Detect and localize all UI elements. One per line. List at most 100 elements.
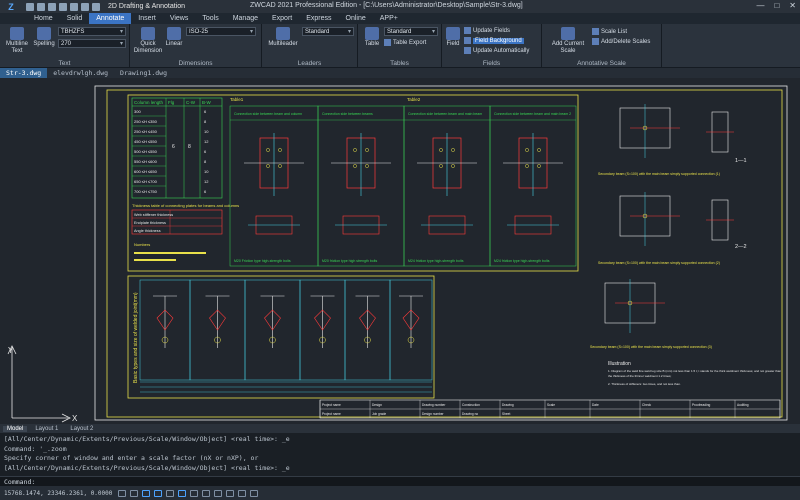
connection-title: Connection side between beams [322, 112, 373, 116]
tab-online[interactable]: Online [339, 13, 373, 24]
multiline-text-button[interactable]: Multiline Text [4, 27, 30, 55]
selection-cycling-icon[interactable] [226, 489, 235, 497]
scale-list-icon [592, 28, 599, 35]
text-height-dropdown[interactable]: 270 [58, 39, 126, 48]
dyn-icon[interactable] [202, 489, 211, 497]
doc-tab-str3[interactable]: Str-3.dwg [0, 68, 48, 78]
open-file-icon[interactable] [37, 2, 45, 11]
spelling-button[interactable]: Spelling [32, 27, 56, 48]
snap-icon[interactable] [118, 489, 127, 497]
table-export-button[interactable]: Table Export [384, 39, 426, 46]
update-fields-button[interactable]: Update Fields [464, 27, 510, 34]
table1-header-2: C-W [186, 100, 196, 105]
doc-tab-elev[interactable]: elevdrwlgh.dwg [47, 68, 114, 78]
tab-layout-1[interactable]: Layout 1 [31, 426, 62, 432]
connection-note: M24 friction type high-strength bolts [494, 259, 550, 263]
titleblock-cell: Drawing number [422, 403, 446, 407]
table-button[interactable]: Table [362, 27, 382, 48]
tab-tools[interactable]: Tools [195, 13, 225, 24]
illustration-line-2: the thickness of the thinner weldment 1.… [608, 374, 672, 378]
titleblock-cell: Check [642, 403, 651, 407]
weld-joint-frame [127, 275, 435, 399]
titleblock-cell: Auditing [737, 403, 749, 407]
tab-home[interactable]: Home [27, 13, 60, 24]
workspace-icon[interactable] [250, 489, 259, 497]
grid-icon[interactable] [130, 489, 139, 497]
titleblock-cell: Date [592, 403, 599, 407]
table1-mid-0: 6 [172, 144, 175, 150]
lineweight-icon[interactable] [190, 489, 199, 497]
scale-list-button[interactable]: Scale List [592, 28, 627, 35]
table1-value: 6 [204, 189, 207, 194]
table1-row: 550 ≤H ≤600 [134, 159, 158, 164]
new-file-icon[interactable] [26, 2, 34, 11]
title-bar: Z 2D Drafting & Annotation ZWCAD 2021 Pr… [0, 0, 800, 13]
add-delete-scales-button[interactable]: Add/Delete Scales [592, 38, 650, 45]
table1-row: 500 ≤H ≤550 [134, 149, 158, 154]
ortho-icon[interactable] [142, 489, 151, 497]
thickness-row-1: Endplate thickness [134, 221, 166, 225]
tab-insert[interactable]: Insert [131, 13, 163, 24]
save-as-icon[interactable] [59, 2, 67, 11]
tab-annotate[interactable]: Annotate [89, 13, 132, 24]
tab-solid[interactable]: Solid [60, 13, 90, 24]
minimize-icon[interactable]: — [756, 1, 764, 10]
field-background-button[interactable]: Field Background [464, 37, 524, 44]
polar-icon[interactable] [154, 489, 163, 497]
drawing-canvas[interactable]: Column length Flg C-W B-W 300 6 250 ≤H ≤35… [0, 78, 800, 424]
linear-dimension-icon [167, 27, 181, 40]
text-style-dropdown[interactable]: TBHZFS [58, 27, 126, 36]
workspace-selector[interactable]: 2D Drafting & Annotation [108, 3, 185, 10]
undo-icon[interactable] [81, 2, 89, 11]
save-icon[interactable] [48, 2, 56, 11]
multileader-style-dropdown[interactable]: Standard [302, 27, 354, 36]
section-note-2: Secondary beam (S=100) with the main bea… [598, 261, 720, 265]
otrack-icon[interactable] [178, 489, 187, 497]
doc-tab-drawing1[interactable]: Drawing1.dwg [114, 68, 173, 78]
tab-export[interactable]: Export [265, 13, 299, 24]
leaders-panel: Multileader Standard Leaders [262, 24, 358, 68]
transparency-icon[interactable] [214, 489, 223, 497]
command-history-line-2: Command: '_.zoom [4, 444, 67, 453]
quick-dimension-icon [141, 27, 155, 40]
cursor-coordinates: 15768.1474, 23346.2361, 0.0000 [4, 489, 113, 497]
tab-app-plus[interactable]: APP+ [373, 13, 405, 24]
dimension-style-dropdown[interactable]: ISO-25 [186, 27, 256, 36]
table1-header-3: B-W [202, 100, 212, 105]
drawing-svg: Column length Flg C-W B-W 300 6 250 ≤H ≤35… [7, 85, 788, 423]
tab-manage[interactable]: Manage [226, 13, 265, 24]
linear-dimension-button[interactable]: Linear [164, 27, 184, 48]
table1-value: 10 [204, 129, 209, 134]
field-button[interactable]: Field [444, 27, 462, 48]
add-current-scale-button[interactable]: Add Current Scale [548, 27, 588, 55]
close-icon[interactable]: ✕ [789, 1, 796, 10]
maximize-icon[interactable]: □ [774, 1, 779, 10]
table1-value: 6 [204, 109, 207, 114]
update-automatically-button[interactable]: Update Automatically [464, 47, 529, 54]
connection-note: M20 friction type high strength bolts [322, 259, 378, 263]
command-history-line-3: Specify corner of window and enter a sca… [4, 454, 259, 462]
table1-value: 12 [204, 139, 209, 144]
table1-value: 8 [204, 119, 207, 124]
connection-note: M24 friction type high-strength bolts [408, 259, 464, 263]
table1-value: 12 [204, 179, 209, 184]
print-icon[interactable] [70, 2, 78, 11]
table-style-dropdown[interactable]: Standard [384, 27, 438, 36]
layout-tabs: Model Layout 1 Layout 2 [0, 424, 800, 433]
app-logo-icon: Z [8, 1, 14, 12]
annotation-scale-icon[interactable] [238, 489, 247, 497]
redo-icon[interactable] [92, 2, 100, 11]
thickness-title: Thickness table of connecting plates for… [132, 203, 239, 208]
tab-model[interactable]: Model [3, 425, 28, 432]
table1-mid-1: 8 [188, 144, 191, 150]
table1-header-0: Column length [134, 100, 164, 105]
quick-dimension-button[interactable]: Quick Dimension [134, 27, 162, 55]
osnap-icon[interactable] [166, 489, 175, 497]
section-details [604, 104, 734, 333]
tab-views[interactable]: Views [163, 13, 196, 24]
title-block: Project name Design Drawing number Construc… [319, 399, 781, 419]
tab-layout-2[interactable]: Layout 2 [66, 426, 97, 432]
tab-express[interactable]: Express [299, 13, 338, 24]
multileader-button[interactable]: Multileader [266, 27, 300, 48]
command-input[interactable]: Command: [0, 476, 800, 486]
